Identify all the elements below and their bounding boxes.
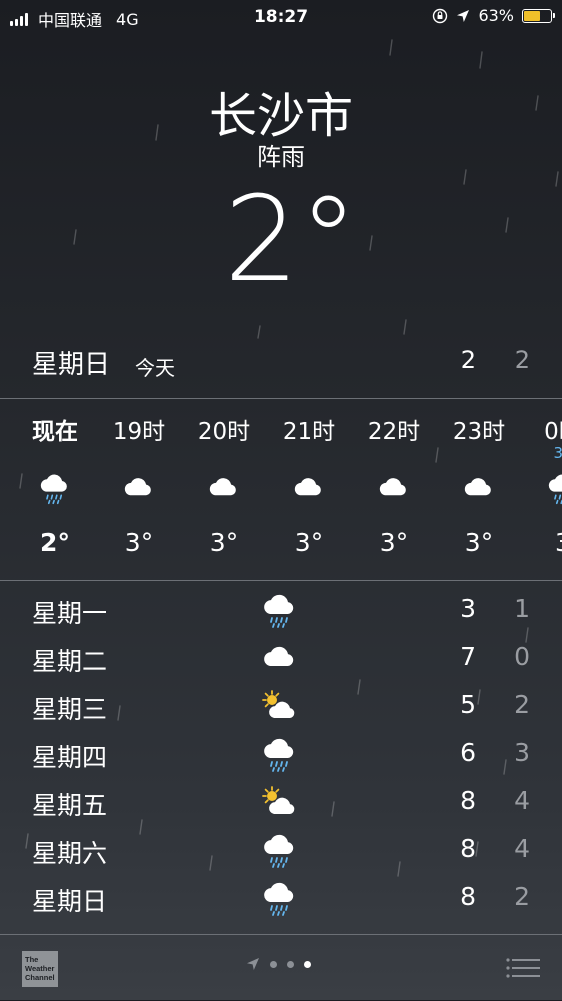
hour-label: 22时 [367, 419, 421, 445]
page-dot[interactable] [270, 960, 277, 968]
day-low: 3 [514, 738, 530, 767]
rain-cloud-icon [37, 472, 73, 508]
partly-sunny-icon [260, 688, 300, 728]
hour-temperature: 3° [124, 528, 154, 557]
hour-temperature: 3 [533, 528, 562, 557]
hour-label: 19时 [112, 419, 166, 445]
hour-temperature: 3° [464, 528, 494, 557]
day-high: 3 [460, 594, 476, 623]
hour-label: 现在 [32, 419, 78, 445]
city-name: 长沙市 [208, 88, 353, 144]
day-high: 7 [460, 642, 476, 671]
hour-temperature: 3° [209, 528, 239, 557]
hourly-forecast[interactable]: 现在 2° 19时 3° 20时 3° 21时 3° 22时 3° 23时 3° 0时30 3 [0, 400, 562, 580]
cloud-icon [376, 472, 412, 508]
day-low: 1 [514, 594, 530, 623]
daily-row: 星期日 8 2 [0, 876, 562, 924]
daily-row: 星期三 5 2 [0, 684, 562, 732]
cloud-icon [121, 472, 157, 508]
today-label: 今天 [135, 356, 175, 380]
day-high: 8 [460, 882, 476, 911]
divider [0, 398, 562, 399]
orientation-lock-icon [433, 8, 448, 23]
daily-row: 星期五 8 4 [0, 780, 562, 828]
cloud-icon [461, 472, 497, 508]
day-low: 2 [514, 882, 530, 911]
rain-cloud-icon [260, 880, 300, 920]
today-summary: 星期日 今天 2 2 [0, 344, 562, 384]
day-name: 星期四 [32, 743, 108, 772]
page-dot-active[interactable] [304, 960, 311, 968]
hour-label: 20时 [197, 419, 251, 445]
cloud-icon [260, 640, 300, 680]
list-icon[interactable] [506, 957, 540, 979]
daily-row: 星期六 8 4 [0, 828, 562, 876]
day-low: 2 [514, 690, 530, 719]
footer-toolbar: The Weather Channel [0, 934, 562, 1001]
day-name: 星期三 [32, 695, 108, 724]
cloud-icon [206, 472, 242, 508]
battery-percent: 63% [478, 6, 514, 25]
today-low: 2 [514, 346, 530, 374]
daily-row: 星期四 6 3 [0, 732, 562, 780]
status-right: 63% [432, 6, 555, 25]
rain-cloud-icon [260, 736, 300, 776]
today-high: 2 [460, 346, 476, 374]
daily-row: 星期一 3 1 [0, 588, 562, 636]
status-bar: 中国联通 4G 18:27 63% [0, 0, 562, 34]
hour-temperature: 3° [379, 528, 409, 557]
rain-cloud-icon [545, 472, 562, 508]
location-arrow-icon [457, 9, 470, 22]
day-low: 4 [514, 834, 530, 863]
day-name: 星期五 [32, 791, 108, 820]
partly-sunny-icon [260, 784, 300, 824]
page-indicator[interactable] [246, 957, 311, 971]
hour-label: 21时 [282, 419, 336, 445]
hour-temperature: 3° [294, 528, 324, 557]
day-name: 星期日 [32, 887, 108, 916]
day-high: 6 [460, 738, 476, 767]
daily-row: 星期二 7 0 [0, 636, 562, 684]
day-low: 0 [514, 642, 530, 671]
day-name: 星期六 [32, 839, 108, 868]
page-dot[interactable] [287, 960, 294, 968]
battery-icon [522, 8, 555, 23]
day-name: 星期一 [32, 599, 108, 628]
precip-chance: 30 [553, 444, 562, 462]
today-day: 星期日 [32, 350, 111, 380]
rain-cloud-icon [260, 832, 300, 872]
current-condition: 阵雨 [257, 143, 305, 171]
rain-cloud-icon [260, 592, 300, 632]
day-high: 8 [460, 786, 476, 815]
day-high: 5 [460, 690, 476, 719]
cloud-icon [291, 472, 327, 508]
day-low: 4 [514, 786, 530, 815]
day-high: 8 [460, 834, 476, 863]
divider [0, 580, 562, 581]
hour-label: 0时 [544, 419, 562, 445]
weather-channel-logo[interactable]: The Weather Channel [22, 951, 58, 987]
hour-label: 23时 [452, 419, 506, 445]
hour-temperature: 2° [40, 528, 70, 557]
current-temperature: 2° [223, 170, 359, 308]
day-name: 星期二 [32, 647, 108, 676]
location-arrow-icon [247, 958, 259, 970]
